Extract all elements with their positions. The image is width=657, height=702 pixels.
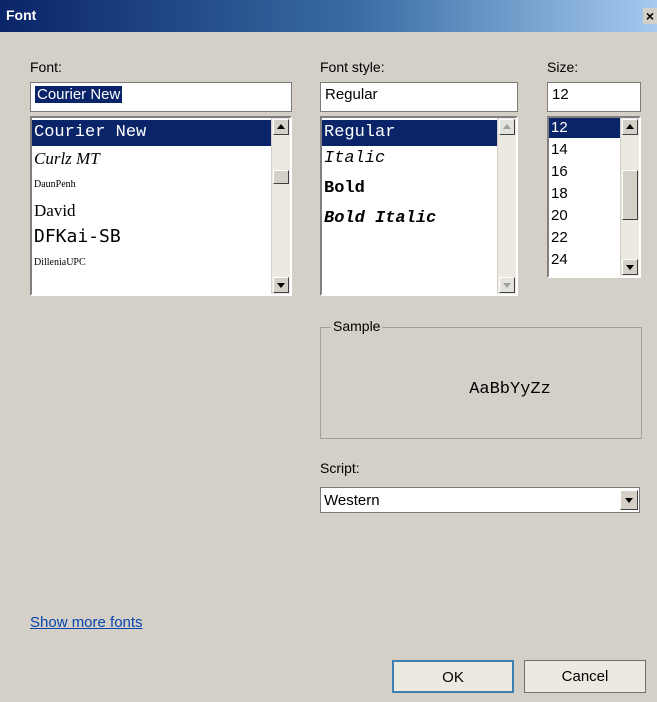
font-list[interactable]: Courier New Curlz MT DaunPenh David DFKa… — [30, 116, 292, 296]
window-title: Font — [6, 7, 37, 23]
arrow-up-icon[interactable] — [622, 119, 638, 135]
arrow-down-icon[interactable] — [273, 277, 289, 293]
size-list-item[interactable]: 16 — [549, 162, 621, 182]
size-list-scrollbar[interactable] — [620, 118, 639, 276]
style-list-item-bold[interactable]: Bold — [322, 176, 498, 202]
sample-preview-text: AaBbYyZz — [469, 380, 551, 399]
arrow-down-icon — [499, 277, 515, 293]
size-list-scroll-thumb[interactable] — [622, 170, 638, 220]
style-list-item-italic[interactable]: Italic — [322, 146, 498, 172]
sample-group: Sample AaBbYyZz — [320, 318, 642, 439]
font-list-scroll-thumb[interactable] — [273, 170, 289, 184]
close-icon[interactable]: × — [643, 8, 657, 24]
size-list-item[interactable]: 14 — [549, 140, 621, 160]
font-list-item-curlz-mt[interactable]: Curlz MT — [32, 146, 272, 172]
font-list-item-dfkai-sb[interactable]: DFKai-SB — [32, 224, 272, 250]
font-style-label: Font style: — [320, 59, 385, 75]
show-more-fonts-link[interactable]: Show more fonts — [30, 614, 143, 631]
font-list-item-courier-new[interactable]: Courier New — [32, 120, 272, 146]
font-style-input[interactable]: Regular — [320, 82, 518, 112]
size-list[interactable]: 12 14 16 18 20 22 24 — [547, 116, 641, 278]
font-style-list[interactable]: Regular Italic Bold Bold Italic — [320, 116, 518, 296]
size-list-item[interactable]: 20 — [549, 206, 621, 226]
font-list-item-david[interactable]: David — [32, 198, 272, 224]
chevron-down-icon[interactable] — [620, 490, 638, 510]
size-list-item[interactable]: 12 — [549, 118, 621, 138]
arrow-down-icon[interactable] — [622, 259, 638, 275]
title-bar: Font × — [0, 0, 657, 32]
font-style-scrollbar[interactable] — [497, 118, 516, 294]
font-list-scrollbar[interactable] — [271, 118, 290, 294]
style-list-item-regular[interactable]: Regular — [322, 120, 498, 146]
size-input[interactable]: 12 — [547, 82, 641, 112]
size-list-item[interactable]: 22 — [549, 228, 621, 248]
ok-button[interactable]: OK — [392, 660, 514, 693]
script-select[interactable]: Western — [320, 487, 640, 513]
size-label: Size: — [547, 59, 579, 75]
size-list-item[interactable]: 24 — [549, 250, 621, 270]
font-name-value: Courier New — [35, 86, 123, 103]
script-select-value: Western — [324, 492, 380, 509]
size-list-item[interactable]: 18 — [549, 184, 621, 204]
arrow-up-icon[interactable] — [273, 119, 289, 135]
sample-label: Sample — [331, 318, 383, 334]
font-label: Font: — [30, 59, 62, 75]
font-name-input[interactable]: Courier New — [30, 82, 292, 112]
cancel-button[interactable]: Cancel — [524, 660, 646, 693]
style-list-item-bold-italic[interactable]: Bold Italic — [322, 206, 498, 232]
arrow-up-icon — [499, 119, 515, 135]
font-list-item-daunpenh[interactable]: DaunPenh — [32, 172, 272, 198]
script-label: Script: — [320, 460, 360, 476]
font-list-item-dilleniaupc[interactable]: DilleniaUPC — [32, 250, 272, 276]
